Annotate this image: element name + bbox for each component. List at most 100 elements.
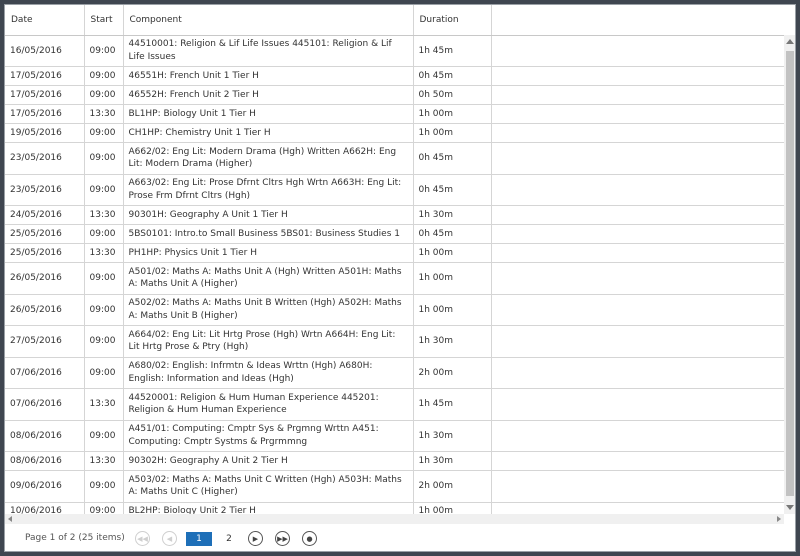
component-cell: 5BS0101: Intro.to Small Business 5BS01: … (123, 224, 414, 244)
date-cell: 07/06/2016 (5, 388, 85, 421)
scroll-down-icon[interactable] (786, 505, 794, 510)
table-row[interactable]: 17/05/2016 13:30 BL1HP: Biology Unit 1 Tie… (5, 104, 784, 124)
start-cell: 13:30 (84, 388, 124, 421)
last-page-button[interactable]: ▶▶ (275, 531, 290, 546)
pager: Page 1 of 2 (25 items) ◀◀ ◀ 1 2 ▶ ▶▶ ● (5, 527, 795, 551)
empty-cell (491, 502, 784, 514)
start-cell: 09:00 (84, 123, 124, 143)
duration-cell: 1h 00m (413, 243, 492, 263)
start-cell: 09:00 (84, 35, 124, 67)
record-button[interactable]: ● (302, 531, 317, 546)
scroll-left-icon[interactable] (8, 516, 12, 522)
component-cell: PH1HP: Physics Unit 1 Tier H (123, 243, 414, 263)
table-row[interactable]: 25/05/2016 09:00 5BS0101: Intro.to Small B… (5, 224, 784, 244)
component-cell: 44510001: Religion & Lif Life Issues 445… (123, 35, 414, 67)
component-cell: BL1HP: Biology Unit 1 Tier H (123, 104, 414, 124)
pager-summary: Page 1 of 2 (25 items) (25, 533, 125, 543)
date-cell: 07/06/2016 (5, 357, 85, 389)
table-row[interactable]: 24/05/2016 13:30 90301H: Geography A Unit … (5, 205, 784, 225)
record-icon: ● (306, 534, 313, 543)
table-row[interactable]: 08/06/2016 09:00 A451/01: Computing: Cmptr… (5, 420, 784, 452)
last-page-icon: ▶▶ (277, 534, 288, 543)
duration-cell: 1h 00m (413, 104, 492, 124)
column-header-start[interactable]: Start (84, 5, 124, 36)
duration-cell: 1h 00m (413, 502, 492, 514)
empty-cell (491, 470, 784, 503)
empty-cell (491, 420, 784, 452)
vertical-scrollbar[interactable] (784, 35, 795, 514)
table-body: 16/05/2016 09:00 44510001: Religion & Lif … (5, 35, 784, 514)
empty-cell (491, 205, 784, 225)
table-row[interactable]: 08/06/2016 13:30 90302H: Geography A Unit … (5, 451, 784, 471)
duration-cell: 1h 00m (413, 294, 492, 326)
start-cell: 09:00 (84, 420, 124, 452)
component-cell: 44520001: Religion & Hum Human Experienc… (123, 388, 414, 421)
date-cell: 24/05/2016 (5, 205, 85, 225)
table-row[interactable]: 25/05/2016 13:30 PH1HP: Physics Unit 1 Tie… (5, 243, 784, 263)
table-row[interactable]: 19/05/2016 09:00 CH1HP: Chemistry Unit 1 T… (5, 123, 784, 143)
table-row[interactable]: 26/05/2016 09:00 A501/02: Maths A: Maths U… (5, 262, 784, 295)
empty-cell (491, 85, 784, 105)
empty-cell (491, 357, 784, 389)
empty-cell (491, 388, 784, 421)
date-cell: 27/05/2016 (5, 325, 85, 358)
table-row[interactable]: 17/05/2016 09:00 46552H: French Unit 2 Tie… (5, 85, 784, 105)
duration-cell: 1h 45m (413, 35, 492, 67)
duration-cell: 1h 30m (413, 325, 492, 358)
empty-cell (491, 142, 784, 175)
empty-cell (491, 262, 784, 295)
table-row[interactable]: 10/06/2016 09:00 BL2HP: Biology Unit 2 Tie… (5, 502, 784, 514)
table-row[interactable]: 07/06/2016 13:30 44520001: Religion & Hum … (5, 388, 784, 421)
start-cell: 09:00 (84, 502, 124, 514)
page-number-1[interactable]: 1 (186, 532, 212, 546)
page-number-2[interactable]: 2 (216, 532, 242, 546)
scroll-up-icon[interactable] (786, 39, 794, 44)
scroll-right-icon[interactable] (777, 516, 781, 522)
duration-cell: 0h 50m (413, 85, 492, 105)
start-cell: 09:00 (84, 66, 124, 86)
component-cell: A663/02: Eng Lit: Prose Dfrnt Cltrs Hgh … (123, 174, 414, 206)
table-row[interactable]: 17/05/2016 09:00 46551H: French Unit 1 Tie… (5, 66, 784, 86)
table-row[interactable]: 07/06/2016 09:00 A680/02: English: Infrmtn… (5, 357, 784, 389)
date-cell: 25/05/2016 (5, 224, 85, 244)
table-row[interactable]: 09/06/2016 09:00 A503/02: Maths A: Maths U… (5, 470, 784, 503)
empty-cell (491, 243, 784, 263)
column-header-date[interactable]: Date (5, 5, 85, 36)
duration-cell: 0h 45m (413, 174, 492, 206)
empty-cell (491, 66, 784, 86)
horizontal-scrollbar[interactable] (5, 514, 784, 524)
start-cell: 13:30 (84, 205, 124, 225)
start-cell: 09:00 (84, 357, 124, 389)
start-cell: 09:00 (84, 262, 124, 295)
first-page-button[interactable]: ◀◀ (135, 531, 150, 546)
date-cell: 09/06/2016 (5, 470, 85, 503)
duration-cell: 1h 00m (413, 123, 492, 143)
column-header-duration[interactable]: Duration (413, 5, 492, 36)
table-row[interactable]: 16/05/2016 09:00 44510001: Religion & Lif … (5, 35, 784, 67)
previous-page-button[interactable]: ◀ (162, 531, 177, 546)
table-row[interactable]: 23/05/2016 09:00 A663/02: Eng Lit: Prose D… (5, 174, 784, 206)
start-cell: 09:00 (84, 470, 124, 503)
column-header-empty (491, 5, 784, 36)
vertical-scroll-thumb[interactable] (786, 51, 794, 496)
duration-cell: 2h 00m (413, 357, 492, 389)
duration-cell: 0h 45m (413, 66, 492, 86)
component-cell: 46552H: French Unit 2 Tier H (123, 85, 414, 105)
component-cell: A502/02: Maths A: Maths Unit B Written (… (123, 294, 414, 326)
date-cell: 17/05/2016 (5, 66, 85, 86)
table-row[interactable]: 23/05/2016 09:00 A662/02: Eng Lit: Modern … (5, 142, 784, 175)
date-cell: 19/05/2016 (5, 123, 85, 143)
date-cell: 17/05/2016 (5, 85, 85, 105)
start-cell: 09:00 (84, 294, 124, 326)
empty-cell (491, 294, 784, 326)
next-page-button[interactable]: ▶ (248, 531, 263, 546)
start-cell: 09:00 (84, 142, 124, 175)
duration-cell: 1h 30m (413, 420, 492, 452)
date-cell: 25/05/2016 (5, 243, 85, 263)
date-cell: 10/06/2016 (5, 502, 85, 514)
table-row[interactable]: 26/05/2016 09:00 A502/02: Maths A: Maths U… (5, 294, 784, 326)
column-header-component[interactable]: Component (123, 5, 414, 36)
component-cell: A662/02: Eng Lit: Modern Drama (Hgh) Wri… (123, 142, 414, 175)
table-row[interactable]: 27/05/2016 09:00 A664/02: Eng Lit: Lit Hrt… (5, 325, 784, 358)
start-cell: 09:00 (84, 85, 124, 105)
